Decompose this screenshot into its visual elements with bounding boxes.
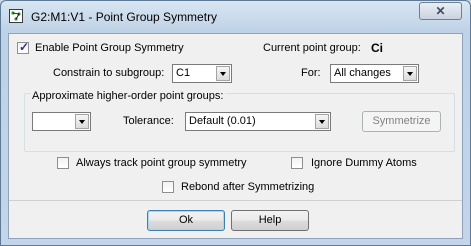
ignore-dummy-atoms-label: Ignore Dummy Atoms	[311, 157, 417, 169]
chevron-down-icon	[75, 114, 89, 129]
constrain-subgroup-value: C1	[176, 67, 191, 79]
tolerance-label: Tolerance:	[123, 115, 174, 127]
for-select[interactable]: All changes	[330, 64, 419, 83]
help-button[interactable]: Help	[231, 210, 309, 231]
tolerance-select[interactable]: Default (0.01)	[185, 112, 331, 131]
tolerance-value: Default (0.01)	[189, 115, 256, 127]
chevron-down-icon	[216, 66, 230, 81]
ok-button[interactable]: Ok	[147, 210, 225, 231]
title-bar[interactable]: G2:M1:V1 - Point Group Symmetry ✕	[1, 1, 470, 31]
dialog-client-area: Enable Point Group Symmetry Current poin…	[8, 33, 463, 239]
dialog-window: G2:M1:V1 - Point Group Symmetry ✕ Enable…	[0, 0, 471, 246]
rebond-checkbox[interactable]	[162, 181, 174, 193]
enable-symmetry-label: Enable Point Group Symmetry	[35, 42, 184, 54]
molecule-app-icon	[9, 9, 23, 23]
close-icon: ✕	[435, 4, 446, 18]
window-title: G2:M1:V1 - Point Group Symmetry	[31, 10, 218, 24]
current-point-group-value: Ci	[371, 41, 383, 55]
constrain-subgroup-select[interactable]: C1	[172, 64, 232, 83]
always-track-checkbox[interactable]	[57, 157, 69, 169]
chevron-down-icon	[403, 66, 417, 81]
for-value: All changes	[334, 67, 391, 79]
constrain-label: Constrain to subgroup:	[53, 67, 165, 79]
current-point-group-label: Current point group:	[263, 42, 361, 54]
approximate-groupbox-label: Approximate higher-order point groups:	[30, 90, 226, 102]
rebond-label: Rebond after Symmetrizing	[181, 181, 315, 193]
for-label: For:	[301, 67, 321, 79]
symmetrize-button[interactable]: Symmetrize	[362, 111, 441, 132]
ignore-dummy-atoms-checkbox[interactable]	[291, 157, 303, 169]
button-row-separator	[9, 200, 462, 201]
always-track-label: Always track point group symmetry	[76, 157, 247, 169]
approximate-group-select[interactable]	[32, 112, 91, 131]
enable-symmetry-checkbox[interactable]	[17, 40, 29, 54]
chevron-down-icon	[315, 114, 329, 129]
close-button[interactable]: ✕	[419, 2, 462, 20]
